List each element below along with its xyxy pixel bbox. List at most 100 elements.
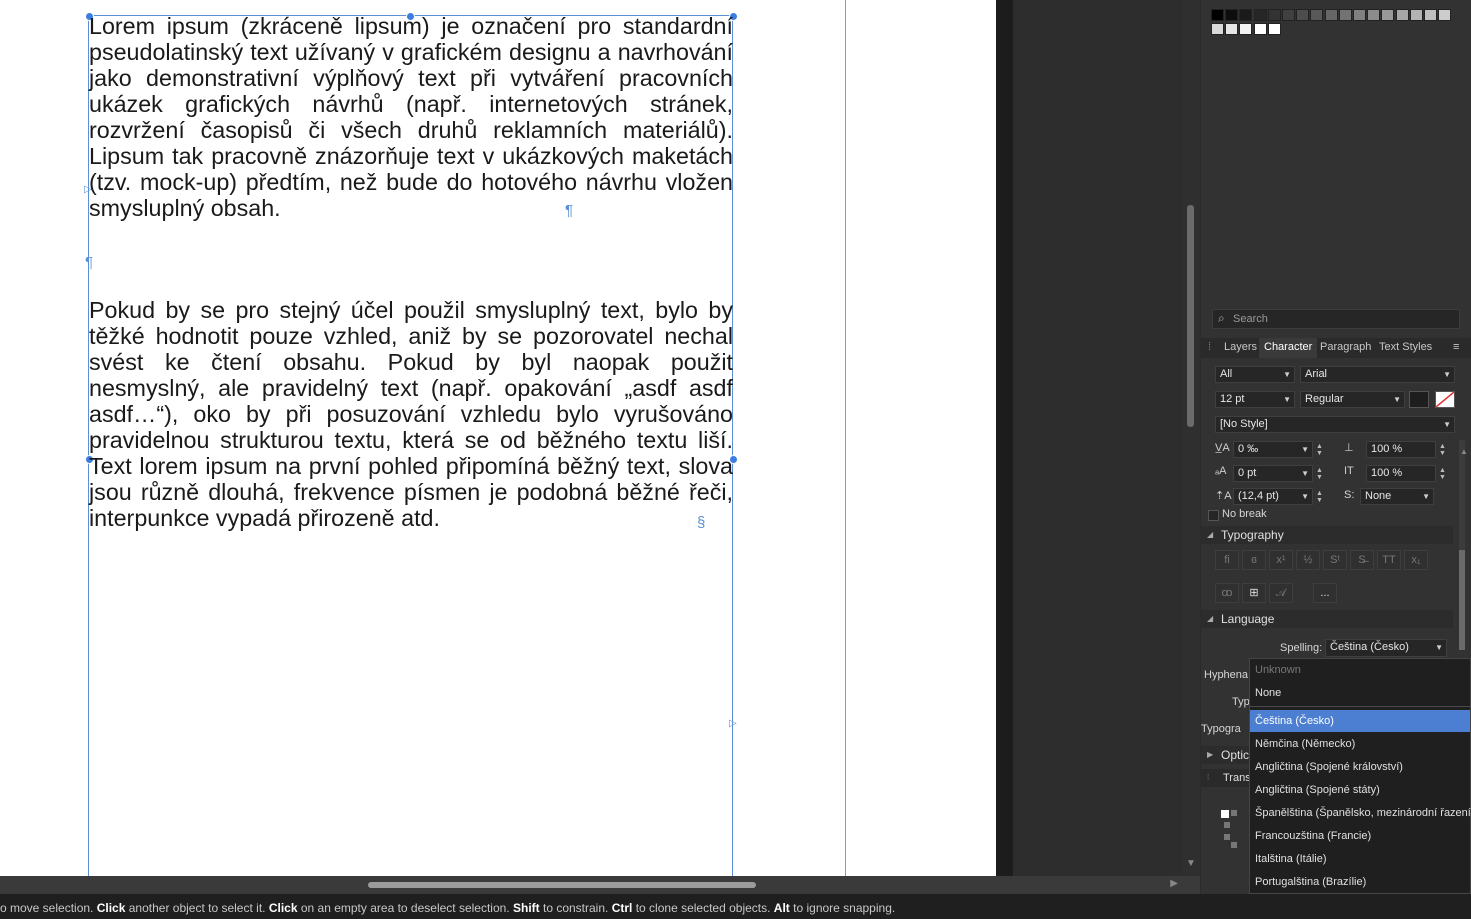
small-caps-button[interactable]: Sᵗ — [1323, 550, 1347, 570]
chevron-down-icon: ▼ — [1301, 492, 1309, 501]
color-swatch[interactable] — [1310, 9, 1324, 21]
color-swatch[interactable] — [1296, 9, 1310, 21]
language-option[interactable]: None — [1250, 682, 1470, 704]
color-swatch[interactable] — [1239, 23, 1253, 35]
horizontal-scale-stepper-icon[interactable]: ▲ ▼ — [1439, 467, 1446, 481]
language-section-header[interactable]: ◢ Language — [1201, 610, 1453, 628]
stylistic-alternates-button[interactable]: 𝒜 — [1269, 583, 1293, 603]
color-swatch[interactable] — [1338, 9, 1352, 21]
color-swatch[interactable] — [1267, 9, 1281, 21]
s-select[interactable]: None ▼ — [1360, 488, 1434, 505]
scroll-down-arrow-icon[interactable]: ▼ — [1186, 858, 1196, 869]
vertical-scale-field[interactable]: 100 % — [1366, 441, 1436, 458]
text-stroke-none-icon[interactable] — [1435, 391, 1455, 408]
canvas-horizontal-scrollbar[interactable]: ▶ — [0, 876, 1200, 894]
color-swatch[interactable] — [1353, 9, 1366, 21]
subscript-button[interactable]: x₁ — [1404, 550, 1428, 570]
language-option[interactable]: Španělština (Španělsko, mezinárodní řaze… — [1250, 802, 1471, 824]
language-option[interactable]: Čeština (Česko) — [1250, 710, 1470, 732]
tab-layers[interactable]: Layers — [1219, 338, 1262, 358]
panel-scroll-up-icon[interactable]: ▲ — [1460, 447, 1468, 456]
tracking-value: 0 ‰ — [1238, 443, 1259, 455]
font-weight-select[interactable]: Regular ▼ — [1300, 391, 1405, 408]
color-swatch[interactable] — [1424, 9, 1437, 21]
canvas-vertical-scrollbar[interactable]: ▼ — [1183, 0, 1200, 876]
strikethrough-button[interactable]: S̶ — [1350, 550, 1374, 570]
canvas-vertical-scroll-thumb[interactable] — [1187, 205, 1194, 427]
fractions-button[interactable]: ½ — [1296, 550, 1320, 570]
color-swatch[interactable] — [1211, 23, 1224, 35]
status-text: on an empty area to deselect selection. — [297, 901, 513, 915]
tab-grip-icon[interactable]: ⁞ — [1203, 338, 1216, 358]
tab-paragraph[interactable]: Paragraph — [1315, 338, 1376, 358]
anchor-point-selector-icon[interactable] — [1221, 808, 1249, 848]
language-option[interactable]: Angličtina (Spojené státy) — [1250, 779, 1470, 801]
color-swatch[interactable] — [1211, 9, 1224, 21]
tracking-stepper-icon[interactable]: ▲ ▼ — [1316, 443, 1323, 457]
panel-scrollbar[interactable] — [1459, 440, 1465, 650]
expand-arrow-icon: ▶ — [1207, 750, 1214, 759]
color-swatch[interactable] — [1225, 23, 1239, 35]
color-swatch[interactable] — [1367, 9, 1381, 21]
canvas-horizontal-scroll-thumb[interactable] — [368, 882, 756, 888]
panel-menu-icon[interactable]: ≡ — [1448, 338, 1464, 358]
tab-text-styles[interactable]: Text Styles — [1374, 338, 1437, 358]
discretionary-ligatures-button[interactable]: ɞ — [1242, 550, 1266, 570]
color-swatch[interactable] — [1324, 9, 1338, 21]
s-label: S: — [1344, 489, 1355, 501]
color-swatch[interactable] — [1253, 9, 1267, 21]
typography-section-header[interactable]: ◢ Typography — [1201, 526, 1453, 544]
color-swatch[interactable] — [1253, 23, 1267, 35]
color-swatch[interactable] — [1225, 9, 1239, 21]
color-swatch[interactable] — [1267, 23, 1281, 35]
language-option[interactable]: Němčina (Německo) — [1250, 733, 1470, 755]
leading-field[interactable]: (12,4 pt) ▼ — [1233, 488, 1313, 505]
vertical-scale-stepper-icon[interactable]: ▲ ▼ — [1439, 443, 1446, 457]
search-input[interactable]: ⌕ Search — [1212, 309, 1460, 329]
scope-select[interactable]: All ▼ — [1215, 366, 1295, 383]
spelling-select[interactable]: Čeština (Česko) ▼ — [1325, 639, 1447, 657]
language-option: Unknown — [1255, 664, 1301, 676]
language-option[interactable]: Portugalština (Brazílie) — [1250, 871, 1470, 893]
horizontal-scale-value: 100 % — [1371, 467, 1403, 479]
color-swatch[interactable] — [1409, 9, 1423, 21]
baseline-field[interactable]: 0 pt ▼ — [1233, 465, 1313, 482]
search-icon: ⌕ — [1218, 311, 1225, 325]
document-canvas[interactable]: ▷ ▷ Lorem ipsum (zkráceně lipsum) je ozn… — [0, 0, 1200, 876]
pasteboard[interactable] — [996, 0, 1200, 876]
color-swatch[interactable] — [1438, 9, 1452, 21]
character-style-select[interactable]: [No Style] ▼ — [1215, 416, 1455, 433]
color-swatch[interactable] — [1239, 9, 1253, 21]
language-option[interactable]: Angličtina (Spojené království) — [1250, 756, 1470, 778]
ligatures-button[interactable]: fi — [1215, 550, 1239, 570]
paragraph-1[interactable]: Lorem ipsum (zkráceně lipsum) je označen… — [89, 13, 733, 223]
paragraph-2[interactable]: Pokud by se pro stejný účel použil smysl… — [89, 297, 733, 537]
language-option[interactable]: Francouzština (Francie) — [1250, 825, 1470, 847]
no-break-checkbox[interactable] — [1208, 510, 1219, 521]
tracking-field[interactable]: 0 ‰ ▼ — [1233, 441, 1313, 458]
panel-scroll-thumb[interactable] — [1459, 550, 1465, 650]
chevron-down-icon: ▼ — [1283, 395, 1291, 404]
swash-button[interactable]: ⊞ — [1242, 583, 1266, 603]
text-fill-color-well[interactable] — [1409, 391, 1429, 408]
optical-section-header[interactable]: ▶ Optic — [1201, 746, 1249, 764]
leading-stepper-icon[interactable]: ▲ ▼ — [1316, 490, 1323, 504]
text-flow-out-icon[interactable]: ▷ — [729, 718, 737, 729]
color-swatch[interactable] — [1381, 9, 1395, 21]
transform-panel-tab[interactable]: ⁞ Trans — [1201, 769, 1251, 787]
language-option[interactable]: Italština (Itálie) — [1250, 848, 1470, 870]
superscript-button[interactable]: x¹ — [1269, 550, 1293, 570]
status-bar: o move selection. Click another object t… — [0, 894, 1471, 919]
font-size-select[interactable]: 12 pt ▼ — [1215, 391, 1295, 408]
spelling-language-menu[interactable]: Unknown None Čeština (Česko) Němčina (Němec… — [1249, 658, 1471, 894]
font-family-select[interactable]: Arial ▼ — [1300, 366, 1455, 383]
contextual-alternates-button[interactable]: ꝏ — [1215, 583, 1239, 603]
baseline-stepper-icon[interactable]: ▲ ▼ — [1316, 467, 1323, 481]
color-swatch[interactable] — [1395, 9, 1409, 21]
horizontal-scale-field[interactable]: 100 % — [1366, 465, 1436, 482]
more-typography-button[interactable]: ... — [1313, 583, 1337, 603]
all-caps-button[interactable]: TT — [1377, 550, 1401, 570]
color-swatch[interactable] — [1282, 9, 1295, 21]
tab-character[interactable]: Character — [1259, 338, 1318, 358]
scroll-right-arrow-icon[interactable]: ▶ — [1170, 878, 1178, 889]
